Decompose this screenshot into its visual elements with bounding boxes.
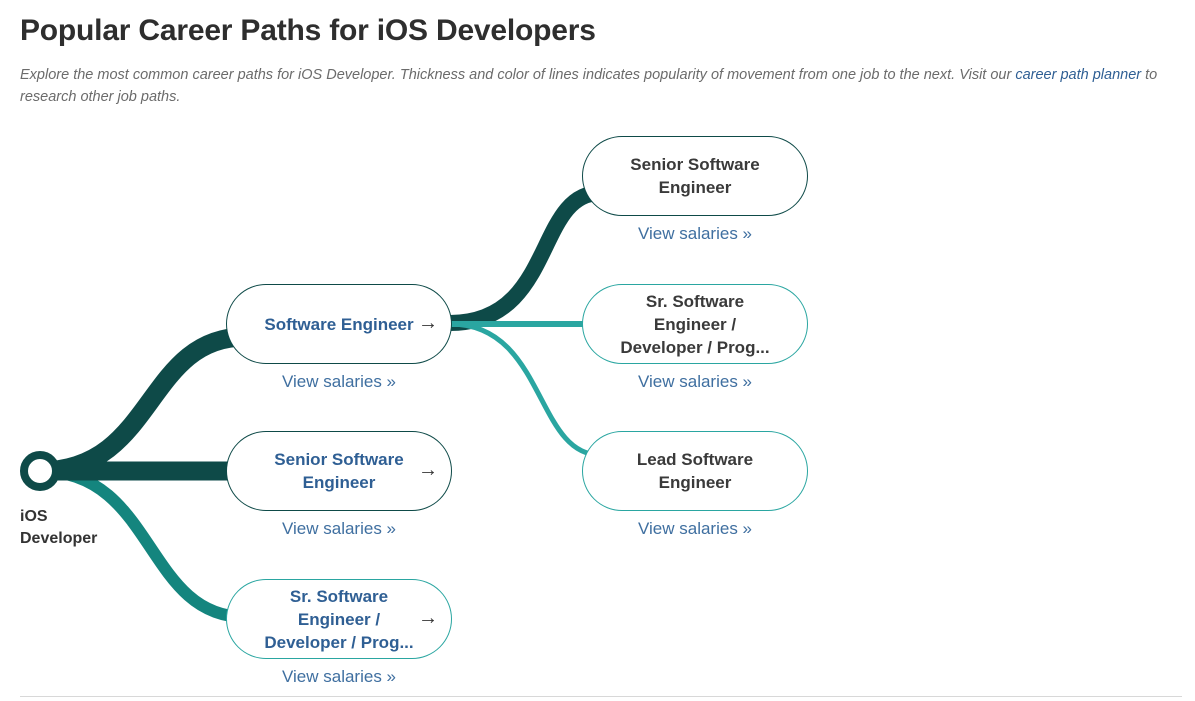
node-label: Sr. Software Engineer / Developer / Prog… [620,291,770,357]
arrow-right-icon: → [418,312,438,335]
view-salaries-next-lead-software-engineer[interactable]: View salaries » [582,519,808,539]
view-salaries-sr-software-engineer-developer[interactable]: View salaries » [226,667,452,687]
node-next-sr-software-engineer-developer: Sr. Software Engineer / Developer / Prog… [582,284,808,364]
node-label: Senior Software Engineer [630,155,760,197]
view-salaries-software-engineer[interactable]: View salaries » [226,372,452,392]
view-salaries-next-senior-software-engineer[interactable]: View salaries » [582,224,808,244]
node-next-senior-software-engineer: Senior Software Engineer [582,136,808,216]
path-software-engineer-to-senior-software-engineer [449,185,601,331]
node-label: Senior Software Engineer [274,450,404,492]
origin-marker [20,451,60,491]
path-software-engineer-to-lead-software-engineer [449,321,601,458]
node-label: Software Engineer [264,314,414,334]
node-senior-software-engineer[interactable]: Senior Software Engineer → [226,431,452,511]
view-salaries-next-sr-software-engineer-developer[interactable]: View salaries » [582,372,808,392]
node-sr-software-engineer-developer[interactable]: Sr. Software Engineer / Developer / Prog… [226,579,452,659]
arrow-right-icon: → [418,459,438,482]
node-label: Lead Software Engineer [636,450,754,492]
node-next-lead-software-engineer: Lead Software Engineer [582,431,808,511]
career-path-diagram: iOS Developer Software Engineer → View s… [0,0,1195,701]
view-salaries-senior-software-engineer[interactable]: View salaries » [226,519,452,539]
section-divider [20,696,1182,697]
path-origin-to-software-engineer [39,327,246,481]
arrow-right-icon: → [418,607,438,630]
node-label: Sr. Software Engineer / Developer / Prog… [264,586,414,652]
node-software-engineer[interactable]: Software Engineer → [226,284,452,364]
origin-label: iOS Developer [20,508,98,547]
